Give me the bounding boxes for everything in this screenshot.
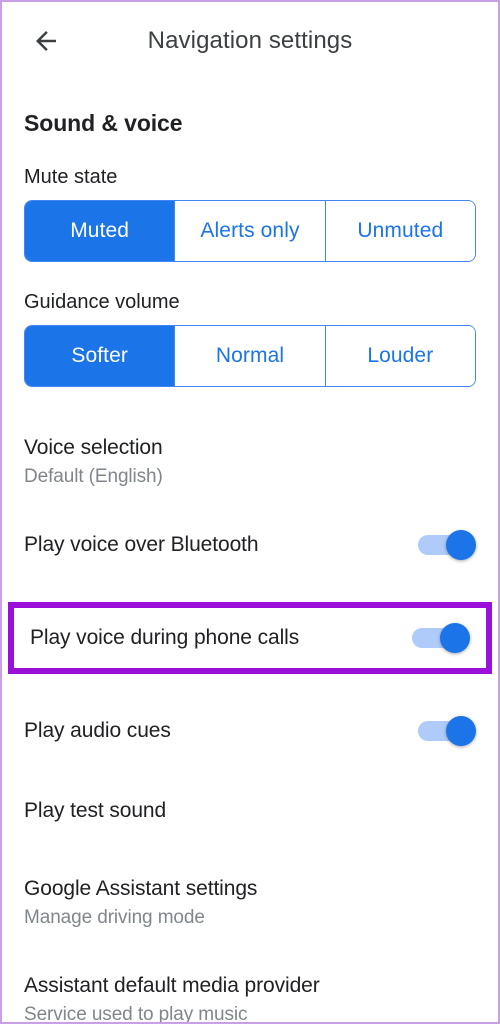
row-assistant-default-media-provider-subtitle: Service used to play music [24,1003,476,1024]
toggle-thumb [446,716,476,746]
row-play-voice-over-bluetooth-title: Play voice over Bluetooth [24,532,402,558]
row-play-test-sound-title: Play test sound [24,798,476,824]
spacer [24,387,476,435]
row-play-test-sound[interactable]: Play test sound [24,788,476,834]
row-play-audio-cues-text: Play audio cues [24,718,402,744]
spacer [24,931,476,973]
row-play-audio-cues-title: Play audio cues [24,718,402,744]
segment-louder[interactable]: Louder [325,326,475,386]
spacer [24,490,476,522]
highlight-annotation-box: Play voice during phone calls [8,602,492,674]
segment-unmuted[interactable]: Unmuted [325,201,475,261]
spacer [24,568,476,602]
row-google-assistant-settings-subtitle: Manage driving mode [24,906,476,931]
arrow-left-icon [31,26,61,56]
mute-state-label: Mute state [24,166,476,189]
toggle-play-voice-during-phone-calls[interactable] [412,626,470,650]
guidance-volume-segmented-control[interactable]: Softer Normal Louder [24,325,476,387]
app-bar: Navigation settings [2,2,498,80]
row-voice-selection[interactable]: Voice selection Default (English) [24,435,476,490]
row-play-voice-during-phone-calls-text: Play voice during phone calls [30,625,396,651]
toggle-play-audio-cues[interactable] [418,719,476,743]
row-play-audio-cues[interactable]: Play audio cues [24,708,476,754]
row-voice-selection-title: Voice selection [24,435,476,461]
segment-normal[interactable]: Normal [174,326,324,386]
segment-alerts-only[interactable]: Alerts only [174,201,324,261]
page-title: Navigation settings [2,27,498,55]
row-google-assistant-settings-title: Google Assistant settings [24,876,476,902]
row-play-voice-over-bluetooth-text: Play voice over Bluetooth [24,532,402,558]
row-voice-selection-text: Voice selection Default (English) [24,435,476,490]
row-google-assistant-settings[interactable]: Google Assistant settings Manage driving… [24,876,476,931]
guidance-volume-label: Guidance volume [24,291,476,314]
toggle-play-voice-over-bluetooth[interactable] [418,533,476,557]
segment-muted[interactable]: Muted [25,201,174,261]
row-play-voice-over-bluetooth[interactable]: Play voice over Bluetooth [24,522,476,568]
spacer [24,674,476,708]
row-google-assistant-settings-text: Google Assistant settings Manage driving… [24,876,476,931]
row-voice-selection-subtitle: Default (English) [24,465,476,490]
spacer [24,754,476,788]
row-assistant-default-media-provider-title: Assistant default media provider [24,973,476,999]
settings-content: Sound & voice Mute state Muted Alerts on… [2,110,498,1024]
row-assistant-default-media-provider[interactable]: Assistant default media provider Service… [24,973,476,1024]
toggle-thumb [440,623,470,653]
row-play-voice-during-phone-calls-title: Play voice during phone calls [30,625,396,651]
back-button[interactable] [22,17,70,65]
row-play-voice-during-phone-calls[interactable]: Play voice during phone calls [30,614,470,662]
mute-state-segmented-control[interactable]: Muted Alerts only Unmuted [24,200,476,262]
navigation-settings-screen: Navigation settings Sound & voice Mute s… [0,0,500,1024]
row-play-test-sound-text: Play test sound [24,798,476,824]
spacer [24,834,476,876]
row-assistant-default-media-provider-text: Assistant default media provider Service… [24,973,476,1024]
segment-softer[interactable]: Softer [25,326,174,386]
toggle-thumb [446,530,476,560]
section-heading-sound-voice: Sound & voice [24,110,476,137]
